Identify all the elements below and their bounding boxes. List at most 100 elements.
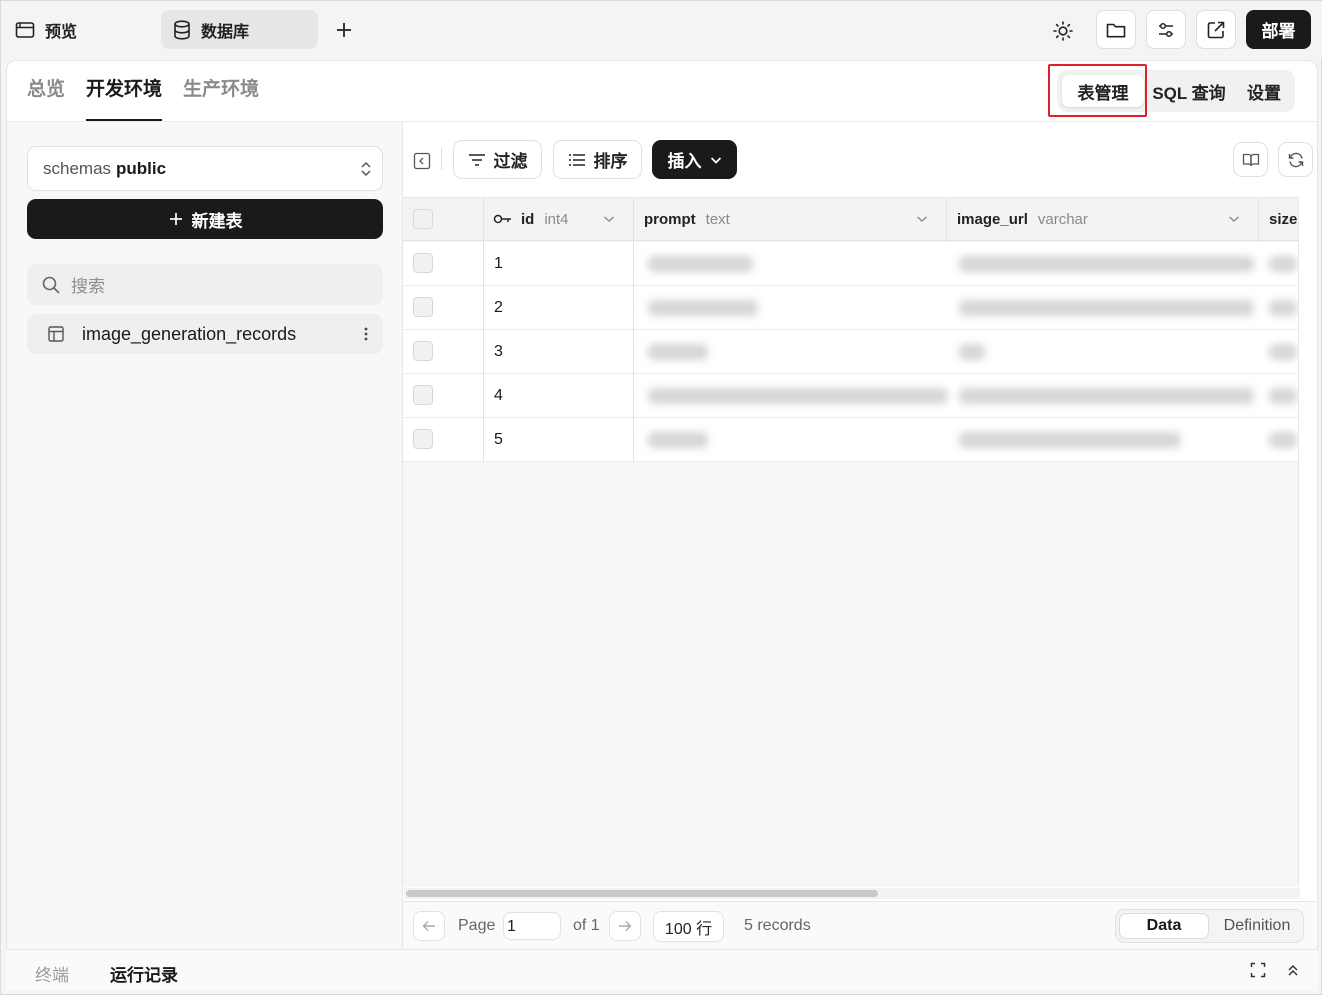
column-prompt-name: prompt bbox=[644, 210, 696, 228]
page-number-input[interactable]: 1 bbox=[503, 912, 561, 940]
tab-development[interactable]: 开发环境 bbox=[86, 61, 163, 121]
deploy-button[interactable]: 部署 bbox=[1246, 10, 1311, 49]
redacted-prompt bbox=[648, 344, 708, 360]
chevrons-up-icon[interactable] bbox=[1286, 962, 1300, 978]
filter-button[interactable]: 过滤 bbox=[453, 140, 542, 179]
sidebar-table-name: image_generation_records bbox=[82, 323, 297, 344]
page-total-label: of 1 bbox=[573, 917, 600, 934]
chevron-updown-icon bbox=[360, 160, 372, 178]
table-icon bbox=[47, 325, 65, 343]
tab-preview-label: 预览 bbox=[45, 23, 78, 41]
table-search-input[interactable]: 搜索 bbox=[27, 264, 383, 305]
tab-terminal[interactable]: 终端 bbox=[35, 961, 69, 986]
table-row[interactable]: 5 bbox=[403, 418, 1298, 462]
horizontal-scrollbar[interactable] bbox=[406, 890, 878, 897]
record-count: 5 records bbox=[744, 917, 811, 934]
tab-production[interactable]: 生产环境 bbox=[183, 61, 259, 121]
redacted-image-url bbox=[959, 256, 1254, 272]
more-vertical-icon[interactable] bbox=[363, 325, 369, 343]
new-table-button[interactable]: 新建表 bbox=[27, 199, 383, 239]
grid-header-image-url[interactable]: image_url varchar bbox=[947, 198, 1258, 241]
tab-table-management[interactable]: 表管理 bbox=[1062, 75, 1144, 107]
row-checkbox[interactable] bbox=[413, 385, 433, 405]
row-checkbox[interactable] bbox=[413, 253, 433, 273]
column-divider bbox=[633, 198, 634, 462]
column-id-name: id bbox=[521, 210, 535, 228]
column-divider bbox=[946, 198, 947, 242]
key-icon bbox=[493, 214, 513, 224]
rows-per-page-button[interactable]: 100 行 bbox=[653, 911, 724, 942]
settings-sliders-button[interactable] bbox=[1146, 10, 1186, 49]
chevron-down-icon bbox=[603, 215, 615, 223]
tab-sql-query[interactable]: SQL 查询 bbox=[1149, 75, 1229, 107]
grid-header-size[interactable]: size bbox=[1259, 198, 1298, 241]
refresh-icon bbox=[1287, 151, 1305, 169]
search-icon bbox=[41, 275, 61, 295]
docs-button[interactable] bbox=[1233, 142, 1268, 177]
row-checkbox[interactable] bbox=[413, 297, 433, 317]
tab-preview[interactable]: 预览 bbox=[3, 10, 89, 49]
redacted-prompt bbox=[648, 388, 948, 404]
open-external-button[interactable] bbox=[1196, 10, 1236, 49]
table-row[interactable]: 2 bbox=[403, 286, 1298, 330]
next-page-button[interactable] bbox=[609, 911, 641, 941]
grid-header-prompt[interactable]: prompt text bbox=[634, 198, 946, 241]
redacted-image-url bbox=[959, 388, 1254, 404]
prev-page-button[interactable] bbox=[413, 911, 445, 941]
tab-overview[interactable]: 总览 bbox=[27, 61, 65, 121]
column-image-url-type: varchar bbox=[1037, 210, 1088, 228]
row-id: 5 bbox=[494, 431, 503, 448]
column-divider bbox=[483, 198, 484, 462]
data-toolbar: 过滤 排序 插入 bbox=[404, 122, 1317, 198]
new-table-label: 新建表 bbox=[191, 211, 243, 231]
toolbar-divider bbox=[441, 148, 442, 170]
sidebar-table-item[interactable]: image_generation_records bbox=[27, 314, 383, 354]
row-checkbox[interactable] bbox=[413, 429, 433, 449]
filter-label: 过滤 bbox=[493, 152, 528, 171]
table-row[interactable]: 1 bbox=[403, 242, 1298, 286]
window-icon bbox=[15, 21, 35, 39]
redacted-prompt bbox=[648, 300, 758, 316]
table-row[interactable]: 3 bbox=[403, 330, 1298, 374]
collapse-sidebar-icon[interactable] bbox=[413, 152, 431, 170]
redacted-size bbox=[1269, 256, 1297, 272]
tab-settings[interactable]: 设置 bbox=[1240, 75, 1288, 107]
page-label: Page bbox=[458, 917, 496, 934]
sun-icon[interactable] bbox=[1052, 20, 1074, 42]
redacted-prompt bbox=[648, 256, 753, 272]
arrow-left-icon bbox=[422, 920, 436, 932]
insert-button[interactable]: 插入 bbox=[652, 140, 737, 179]
select-all-checkbox[interactable] bbox=[413, 209, 433, 229]
refresh-button[interactable] bbox=[1278, 142, 1313, 177]
external-link-icon bbox=[1206, 20, 1226, 40]
arrow-right-icon bbox=[618, 920, 632, 932]
schema-select-value: public bbox=[116, 158, 167, 178]
column-prompt-type: text bbox=[705, 210, 730, 228]
bottom-bar: 终端 运行记录 bbox=[6, 949, 1318, 991]
table-row[interactable]: 4 bbox=[403, 374, 1298, 418]
tab-database-label: 数据库 bbox=[201, 23, 250, 41]
sort-button[interactable]: 排序 bbox=[553, 140, 642, 179]
fullscreen-icon[interactable] bbox=[1250, 962, 1266, 978]
insert-label: 插入 bbox=[667, 152, 702, 171]
tab-run-logs[interactable]: 运行记录 bbox=[110, 961, 178, 986]
data-grid: id int4 prompt text image_url varchar si… bbox=[403, 197, 1299, 887]
filter-icon bbox=[468, 152, 486, 168]
row-checkbox[interactable] bbox=[413, 341, 433, 361]
column-id-type: int4 bbox=[544, 210, 569, 228]
book-open-icon bbox=[1242, 152, 1260, 168]
plus-icon[interactable] bbox=[334, 20, 354, 40]
sort-label: 排序 bbox=[593, 152, 628, 171]
top-bar: 预览 数据库 部署 bbox=[1, 1, 1322, 59]
redacted-size bbox=[1269, 432, 1297, 448]
redacted-size bbox=[1269, 300, 1297, 316]
folder-button[interactable] bbox=[1096, 10, 1136, 49]
grid-header-id[interactable]: id int4 bbox=[483, 198, 633, 241]
data-view-button[interactable]: Data bbox=[1119, 913, 1209, 939]
schema-select[interactable]: schemas public bbox=[27, 146, 383, 191]
redacted-image-url bbox=[959, 344, 985, 360]
definition-view-button[interactable]: Definition bbox=[1212, 913, 1302, 939]
row-id: 1 bbox=[494, 255, 503, 272]
schema-select-prefix: schemas bbox=[43, 158, 112, 178]
tab-database[interactable]: 数据库 bbox=[161, 10, 318, 49]
